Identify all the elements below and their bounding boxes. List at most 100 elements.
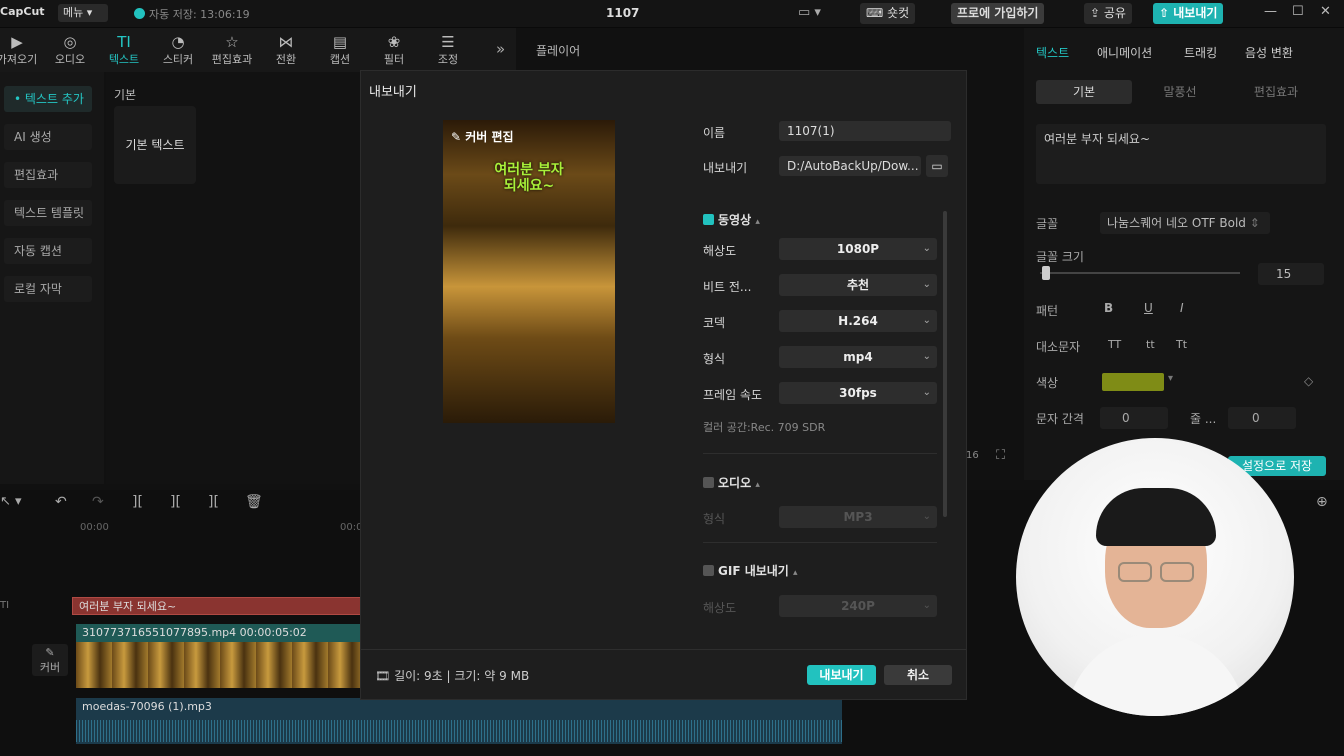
fps-select[interactable]: 30fps ⌄	[779, 382, 937, 404]
codec-select[interactable]: H.264 ⌄	[779, 310, 937, 332]
tool-transition[interactable]: ⋈ 전환	[261, 33, 311, 67]
left-item-effects[interactable]: 편집효과	[4, 162, 92, 188]
share-button[interactable]: ⇪ 공유	[1084, 3, 1132, 24]
presenter-webcam	[1016, 438, 1294, 716]
video-clip-thumbs[interactable]	[76, 642, 362, 688]
chevron-down-icon: ⌄	[922, 279, 931, 290]
case-lower-button[interactable]: tt	[1146, 338, 1155, 351]
split-left-icon[interactable]: ][	[170, 494, 181, 510]
export-path-input[interactable]: D:/AutoBackUp/Dow...	[779, 156, 921, 176]
split-right-icon[interactable]: ][	[208, 494, 219, 510]
tab-tracking[interactable]: 트래킹	[1184, 44, 1217, 61]
export-button[interactable]: 내보내기	[807, 665, 876, 685]
scrollbar[interactable]	[943, 211, 947, 517]
export-info: 🎞 길이: 9초 | 크기: 약 9 MB	[375, 669, 530, 683]
tool-import[interactable]: ▶ 가져오기	[0, 33, 42, 67]
ratio-icon[interactable]: 16	[966, 450, 979, 461]
checkbox-icon[interactable]	[703, 565, 714, 576]
export-top-button[interactable]: ⇧ 내보내기	[1153, 3, 1224, 24]
select-cursor-icon[interactable]: ↖ ▾	[0, 494, 22, 509]
tool-sticker[interactable]: ◔ 스티커	[153, 33, 203, 67]
tool-filter[interactable]: ❀ 필터	[369, 33, 419, 67]
font-select[interactable]: 나눔스퀘어 네오 OTF Bold ⇕	[1100, 212, 1270, 234]
folder-icon[interactable]: ▭	[926, 155, 948, 177]
undo-icon[interactable]: ↶	[55, 494, 67, 510]
video-section-toggle[interactable]: 동영상 ▴	[703, 211, 760, 228]
fullscreen-icon[interactable]: ⛶	[996, 448, 1005, 463]
minimize-icon[interactable]: —	[1264, 4, 1277, 19]
gif-section-toggle[interactable]: GIF 내보내기 ▴	[703, 562, 798, 579]
left-item-auto-caption[interactable]: 자동 캡션	[4, 238, 92, 264]
sticker-icon: ◔	[171, 33, 185, 51]
keyframe-icon[interactable]: ◇	[1304, 374, 1313, 388]
case-upper-button[interactable]: TT	[1108, 338, 1121, 351]
audio-format-select[interactable]: MP3 ⌄	[779, 506, 937, 528]
cover-button[interactable]: ✎ 커버	[32, 644, 68, 676]
slider-handle[interactable]	[1042, 266, 1050, 280]
resolution-select[interactable]: 1080P ⌄	[779, 238, 937, 260]
left-item-ai[interactable]: AI 생성	[4, 124, 92, 150]
cover-edit-button[interactable]: ✎ 커버 편집	[451, 128, 514, 145]
layout-icon[interactable]: ▭ ▾	[798, 5, 821, 20]
left-item-add-text[interactable]: • 텍스트 추가	[4, 86, 92, 112]
bitrate-select[interactable]: 추천 ⌄	[779, 274, 937, 296]
delete-icon[interactable]: 🗑	[245, 494, 263, 510]
more-tools-icon[interactable]: »	[496, 40, 505, 58]
name-input[interactable]: 1107(1)	[779, 121, 951, 141]
text-clip[interactable]: 여러분 부자 되세요~	[72, 597, 362, 615]
tab-tts[interactable]: 음성 변환	[1245, 44, 1293, 61]
redo-icon[interactable]: ↷	[92, 494, 104, 510]
tab-text[interactable]: 텍스트	[1036, 44, 1069, 61]
subtab-basic[interactable]: 기본	[1036, 80, 1132, 104]
font-size-input[interactable]: 15	[1258, 263, 1324, 285]
tab-animation[interactable]: 애니메이션	[1097, 44, 1152, 61]
export-path-label: 내보내기	[703, 161, 748, 175]
split-icon[interactable]: ][	[132, 494, 143, 510]
underline-button[interactable]: U	[1144, 301, 1153, 315]
left-item-local-subtitle[interactable]: 로컬 자막	[4, 276, 92, 302]
chevron-down-icon: ⌄	[922, 315, 931, 326]
player-title: 플레이어	[536, 44, 581, 58]
line-label: 줄 ...	[1190, 412, 1217, 426]
pencil-icon: ✎	[45, 646, 55, 659]
line-spacing-input[interactable]: 0	[1228, 407, 1296, 429]
text-content-input[interactable]: 여러분 부자 되세요~	[1036, 124, 1326, 184]
glasses-left	[1118, 562, 1152, 582]
color-swatch[interactable]	[1102, 373, 1164, 391]
chevron-down-icon: ⌄	[922, 351, 931, 362]
close-icon[interactable]: ✕	[1320, 4, 1331, 19]
tool-audio[interactable]: ◎ 오디오	[45, 33, 95, 67]
tool-adjust[interactable]: ☰ 조정	[423, 33, 473, 67]
default-text-item[interactable]: 기본 텍스트	[114, 106, 196, 184]
transition-icon: ⋈	[278, 33, 294, 51]
subtab-bubble[interactable]: 말풍선	[1132, 80, 1228, 104]
bold-button[interactable]: B	[1104, 301, 1113, 315]
zoom-icon[interactable]: ⊕	[1316, 494, 1328, 510]
gif-resolution-select[interactable]: 240P ⌄	[779, 595, 937, 617]
case-title-button[interactable]: Tt	[1176, 338, 1187, 351]
shortcut-button[interactable]: ⌨ 숏컷	[860, 3, 916, 24]
maximize-icon[interactable]: ☐	[1292, 4, 1304, 19]
spacing-input[interactable]: 0	[1100, 407, 1168, 429]
checkbox-checked-icon[interactable]	[703, 214, 714, 225]
tool-caption[interactable]: ▤ 캡션	[315, 33, 365, 67]
subtab-effects[interactable]: 편집효과	[1228, 80, 1324, 104]
chevron-down-icon[interactable]: ▾	[1168, 373, 1173, 384]
cancel-button[interactable]: 취소	[884, 665, 952, 685]
italic-button[interactable]: I	[1180, 301, 1184, 315]
tool-text[interactable]: TI 텍스트	[99, 33, 149, 67]
format-select[interactable]: mp4 ⌄	[779, 346, 937, 368]
menu-button[interactable]: 메뉴 ▾	[58, 4, 108, 22]
title-bar: CapCut 메뉴 ▾ 자동 저장: 13:06:19 1107 ▭ ▾ ⌨ 숏…	[0, 0, 1344, 28]
video-clip-header[interactable]: 310773716551077895.mp4 00:00:05:02	[76, 624, 362, 642]
font-size-slider[interactable]	[1040, 272, 1240, 274]
cover-preview[interactable]: ✎ 커버 편집 여러분 부자 되세요~	[443, 120, 615, 423]
export-dialog: 내보내기 ✎ 커버 편집 여러분 부자 되세요~ 이름 1107(1) 내보내기…	[360, 70, 967, 700]
tool-effects[interactable]: ☆ 편집효과	[207, 33, 257, 67]
audio-section-toggle[interactable]: 오디오 ▴	[703, 474, 760, 491]
upload-icon: ⇧	[1159, 6, 1174, 20]
left-item-template[interactable]: 텍스트 템플릿	[4, 200, 92, 226]
pro-button[interactable]: 프로에 가입하기	[951, 3, 1045, 24]
checkbox-icon[interactable]	[703, 477, 714, 488]
text-icon: TI	[117, 33, 131, 51]
